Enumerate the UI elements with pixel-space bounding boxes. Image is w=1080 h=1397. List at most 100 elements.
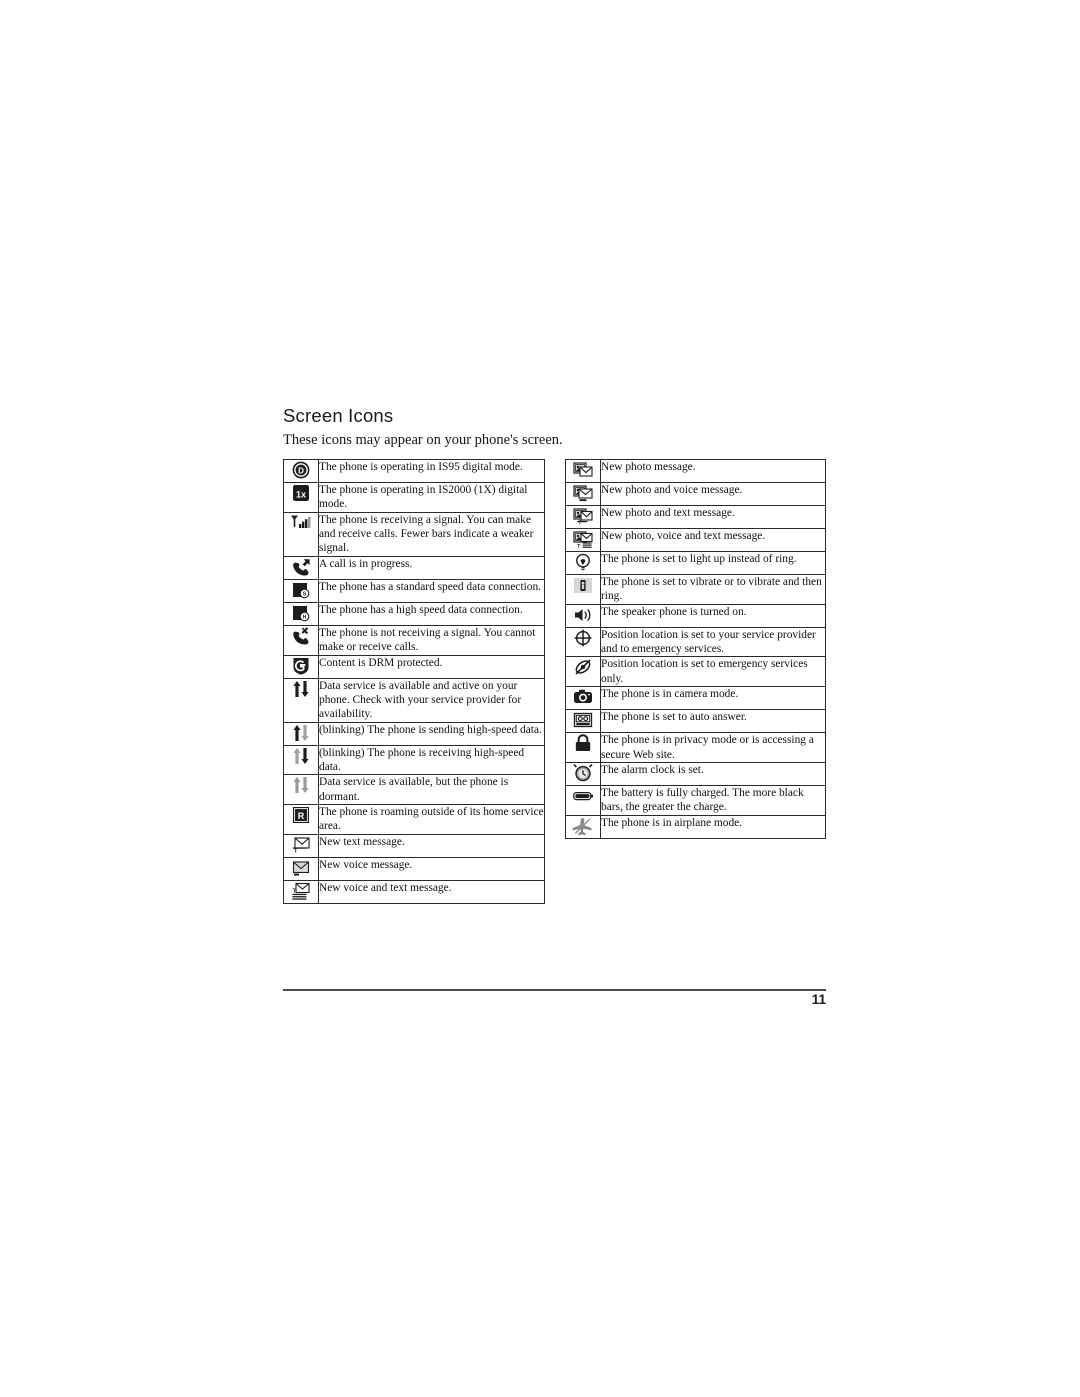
table-row: T New voice and text message.: [283, 879, 545, 904]
footer-rule: [283, 989, 826, 991]
table-row: Data service is available and active on …: [283, 677, 545, 723]
svg-text:D: D: [298, 466, 304, 475]
table-row: New photo message.: [565, 459, 826, 483]
icon-description: The phone is not receiving a signal. You…: [318, 624, 545, 656]
svg-text:T: T: [293, 888, 297, 894]
battery-full-icon: [570, 786, 596, 808]
roaming-icon: R: [288, 805, 314, 827]
table-row: A call is in progress.: [283, 555, 545, 580]
no-signal-icon: [288, 626, 314, 648]
table-row: The phone is in airplane mode.: [565, 814, 826, 839]
icon-description: Data service is available, but the phone…: [318, 774, 545, 806]
airplane-mode-icon: [570, 816, 596, 838]
svg-text:1x: 1x: [296, 489, 306, 499]
page-number: 11: [811, 992, 826, 1007]
table-row: New photo and voice message.: [565, 482, 826, 506]
speaker-phone-icon: [570, 605, 596, 627]
icon-cell: [565, 814, 601, 839]
svg-text:S: S: [303, 591, 307, 597]
icon-description: Content is DRM protected.: [318, 654, 545, 679]
icon-description: New photo, voice and text message.: [600, 528, 826, 552]
table-row: Content is DRM protected.: [283, 654, 545, 679]
icon-description: (blinking) The phone is sending high-spe…: [318, 721, 545, 746]
icon-description: Position location is set to your service…: [600, 626, 826, 658]
table-row: The phone is in camera mode.: [565, 686, 826, 711]
icon-cell: [565, 732, 601, 763]
table-row: (blinking) The phone is receiving high-s…: [283, 744, 545, 776]
new-photo-and-voice-message-icon: [570, 483, 596, 505]
table-row: T New text message.: [283, 833, 545, 858]
icon-description: The phone is in camera mode.: [600, 686, 826, 711]
icon-cell: [283, 744, 319, 776]
icon-description: The phone is receiving a signal. You can…: [318, 511, 545, 557]
privacy-lock-icon: [570, 733, 596, 755]
icon-description: The battery is fully charged. The more b…: [600, 784, 826, 816]
icon-cell: [565, 482, 601, 506]
high-speed-data-icon: H: [288, 603, 314, 625]
call-in-progress-icon: [288, 557, 314, 579]
icon-description: A call is in progress.: [318, 555, 545, 580]
icon-cell: [565, 626, 601, 658]
icon-description: The phone has a standard speed data conn…: [318, 578, 545, 603]
table-row: New voice message.: [283, 856, 545, 881]
icon-cell: [283, 654, 319, 679]
icon-cell: [565, 551, 601, 575]
new-voice-message-icon: [288, 858, 314, 880]
icon-cell: T: [283, 879, 319, 904]
auto-answer-icon: [570, 710, 596, 732]
icon-description: New voice and text message.: [318, 879, 545, 904]
light-up-instead-of-ring-icon: [570, 552, 596, 574]
icon-description: The phone is operating in IS2000 (1X) di…: [318, 482, 545, 513]
new-voice-and-text-message-icon: T: [288, 881, 314, 903]
icon-description: The phone is operating in IS95 digital m…: [318, 459, 545, 483]
section-intro-text: These icons may appear on your phone's s…: [283, 432, 563, 449]
icon-description: New photo and voice message.: [600, 482, 826, 506]
icon-cell: [565, 574, 601, 605]
table-row: T New photo, voice and text message.: [565, 528, 826, 552]
table-row: The phone is in privacy mode or is acces…: [565, 732, 826, 763]
table-row: 1x The phone is operating in IS2000 (1X) …: [283, 482, 545, 513]
icon-cell: [565, 656, 601, 688]
table-row: Data service is available, but the phone…: [283, 774, 545, 806]
table-row: The phone is receiving a signal. You can…: [283, 511, 545, 557]
new-photo-message-icon: [570, 460, 596, 482]
svg-text:R: R: [298, 811, 305, 821]
table-row: The phone is set to light up instead of …: [565, 551, 826, 575]
icon-description: The phone is roaming outside of its home…: [318, 804, 545, 835]
icon-cell: [565, 603, 601, 628]
document-page: Screen Icons These icons may appear on y…: [0, 0, 1080, 1397]
svg-text:T: T: [577, 544, 580, 549]
icon-description: New text message.: [318, 833, 545, 858]
icon-description: The phone has a high speed data connecti…: [318, 601, 545, 626]
data-dormant-icon: [288, 775, 314, 797]
alarm-clock-icon: [570, 763, 596, 785]
table-row: The phone is not receiving a signal. You…: [283, 624, 545, 656]
icon-cell: [283, 774, 319, 806]
icon-cell: 1x: [283, 482, 319, 513]
icon-description: New photo message.: [600, 459, 826, 483]
icon-description: The speaker phone is turned on.: [600, 603, 826, 628]
icon-cell: [565, 459, 601, 483]
table-row: T New photo and text message.: [565, 505, 826, 529]
icon-description: The phone is set to vibrate or to vibrat…: [600, 574, 826, 605]
new-text-message-icon: T: [288, 835, 314, 857]
table-row: The phone is set to auto answer.: [565, 709, 826, 734]
icon-description: New voice message.: [318, 856, 545, 881]
table-row: Position location is set to emergency se…: [565, 656, 826, 688]
icon-cell: [283, 624, 319, 656]
screen-icons-table-right: New photo message. New photo and voice me…: [565, 459, 826, 839]
table-row: R The phone is roaming outside of its hom…: [283, 804, 545, 835]
table-row: S The phone has a standard speed data con…: [283, 578, 545, 603]
icon-cell: H: [283, 601, 319, 626]
icon-description: The phone is in privacy mode or is acces…: [600, 732, 826, 763]
standard-speed-data-icon: S: [288, 580, 314, 602]
icon-description: New photo and text message.: [600, 505, 826, 529]
icon-cell: [283, 555, 319, 580]
icon-cell: S: [283, 578, 319, 603]
screen-icons-table-left: D The phone is operating in IS95 digital …: [283, 459, 545, 904]
icon-description: (blinking) The phone is receiving high-s…: [318, 744, 545, 776]
icon-cell: [283, 856, 319, 881]
icon-description: Position location is set to emergency se…: [600, 656, 826, 688]
table-row: Position location is set to your service…: [565, 626, 826, 658]
is2000-1x-digital-mode-icon: 1x: [288, 483, 314, 505]
